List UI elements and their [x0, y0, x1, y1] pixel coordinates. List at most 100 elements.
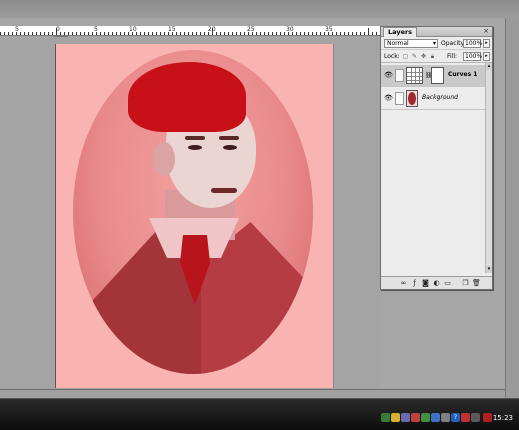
ruler-tick [292, 32, 293, 35]
layer-name[interactable]: Background [422, 94, 458, 101]
taskbar: ? 15:23 [0, 398, 519, 430]
new-layer-icon[interactable]: ❐ [461, 279, 470, 288]
ruler-tick [12, 32, 13, 35]
new-group-icon[interactable]: ▭ [443, 279, 452, 288]
ruler-tick [268, 32, 269, 35]
tab-layers[interactable]: Layers [383, 27, 418, 37]
chain-link-icon[interactable]: ⛓︎ [425, 72, 433, 80]
ruler-tick [336, 32, 337, 35]
ruler-tick [216, 32, 217, 35]
chevron-down-icon: ▾ [432, 40, 436, 47]
ruler-tick [124, 32, 125, 35]
ruler-tick [244, 32, 245, 35]
portrait-eye [223, 145, 237, 150]
layer-mask-thumbnail[interactable] [431, 67, 444, 84]
add-mask-icon[interactable]: ◙ [421, 279, 430, 288]
adjustment-layer-icon[interactable]: ◐ [432, 279, 441, 288]
portrait-eye [188, 145, 202, 150]
ruler-tick [4, 32, 5, 35]
ruler-tick [364, 32, 365, 35]
opacity-slider-arrow-icon[interactable]: ▸ [483, 39, 490, 48]
ruler-tick [300, 32, 301, 35]
app-tray-icon[interactable] [471, 413, 480, 422]
volume-icon[interactable] [483, 413, 492, 422]
network-icon[interactable] [381, 413, 390, 422]
ruler-tick [136, 32, 137, 35]
ruler-tick [288, 32, 289, 35]
fill-label: Fill: [447, 53, 458, 60]
ruler-tick [112, 32, 113, 35]
trash-icon[interactable]: 🗑︎ [472, 279, 481, 288]
ruler-tick [272, 32, 273, 35]
portrait-brow [185, 136, 205, 140]
ruler-tick [56, 28, 57, 35]
ruler-tick [376, 32, 377, 35]
app-tray-icon[interactable] [431, 413, 440, 422]
system-tray: ? 15:23 [379, 407, 519, 425]
ruler-tick [360, 32, 361, 35]
ruler-tick [236, 32, 237, 35]
layer-link-box[interactable] [395, 92, 404, 105]
ruler-tick [316, 32, 317, 35]
ruler-tick [328, 32, 329, 35]
layer-row-curves[interactable]: 👁︎ ⛓︎ Curves 1 [381, 65, 492, 87]
ruler-tick [228, 32, 229, 35]
ruler-tick [128, 32, 129, 35]
ruler-tick [108, 32, 109, 35]
layer-row-background[interactable]: 👁︎ Background 🔒︎ [381, 88, 492, 110]
ruler-tick [104, 32, 105, 35]
ruler-tick [116, 32, 117, 35]
scroll-up-icon[interactable]: ▴ [486, 63, 492, 70]
ruler-tick [88, 32, 89, 35]
app-tray-icon[interactable] [421, 413, 430, 422]
ruler-tick [212, 28, 213, 35]
help-icon[interactable]: ? [451, 413, 460, 422]
layers-panel: Layers × Normal ▾ Opacity: 100% ▸ Lock: … [380, 26, 493, 290]
panel-titlebar[interactable]: Layers × [381, 27, 492, 37]
ruler-tick [36, 32, 37, 35]
layers-list: 👁︎ ⛓︎ Curves 1 👁︎ Background 🔒︎ ▴ ▾ [381, 63, 492, 273]
lock-image-icon[interactable]: ✎ [411, 53, 418, 60]
link-layers-icon[interactable]: ∞ [399, 279, 408, 288]
layer-thumbnail [406, 90, 418, 107]
vertical-scrollbar[interactable] [505, 18, 519, 398]
ruler-tick [200, 32, 201, 35]
close-icon[interactable]: × [482, 28, 490, 35]
ruler-tick [148, 32, 149, 35]
app-tray-icon[interactable] [441, 413, 450, 422]
app-tray-icon[interactable] [401, 413, 410, 422]
lock-position-icon[interactable]: ✥ [420, 53, 427, 60]
eye-icon[interactable]: 👁︎ [384, 95, 393, 102]
layer-style-icon[interactable]: ƒ [410, 279, 419, 288]
ruler-tick [76, 32, 77, 35]
blend-mode-select[interactable]: Normal ▾ [384, 39, 438, 48]
layer-name[interactable]: Curves 1 [448, 71, 477, 78]
ruler-tick [144, 32, 145, 35]
ruler-tick [308, 32, 309, 35]
lock-label: Lock: [384, 53, 400, 60]
ruler-tick [188, 32, 189, 35]
ruler-tick [80, 32, 81, 35]
clock[interactable]: 15:23 [493, 414, 513, 422]
scroll-down-icon[interactable]: ▾ [486, 266, 492, 273]
ruler-tick [332, 32, 333, 35]
app-tray-icon[interactable] [411, 413, 420, 422]
ruler-tick [0, 32, 1, 35]
layer-link-box[interactable] [395, 69, 404, 82]
ruler-tick [196, 32, 197, 35]
ruler-tick [96, 32, 97, 35]
app-tray-icon[interactable] [461, 413, 470, 422]
image-canvas[interactable] [55, 44, 334, 388]
ruler-tick [264, 32, 265, 35]
fill-field[interactable]: 100% [463, 52, 482, 61]
ruler-tick [248, 32, 249, 35]
eye-icon[interactable]: 👁︎ [384, 72, 393, 79]
app-tray-icon[interactable] [391, 413, 400, 422]
lock-all-icon[interactable]: 🔒︎ [429, 53, 436, 60]
opacity-field[interactable]: 100% [463, 39, 482, 48]
fill-slider-arrow-icon[interactable]: ▸ [483, 52, 490, 61]
lock-transparent-icon[interactable]: ▢ [402, 53, 409, 60]
layers-scrollbar[interactable]: ▴ ▾ [485, 63, 492, 273]
horizontal-scrollbar[interactable] [0, 389, 505, 398]
ruler-tick [156, 32, 157, 35]
